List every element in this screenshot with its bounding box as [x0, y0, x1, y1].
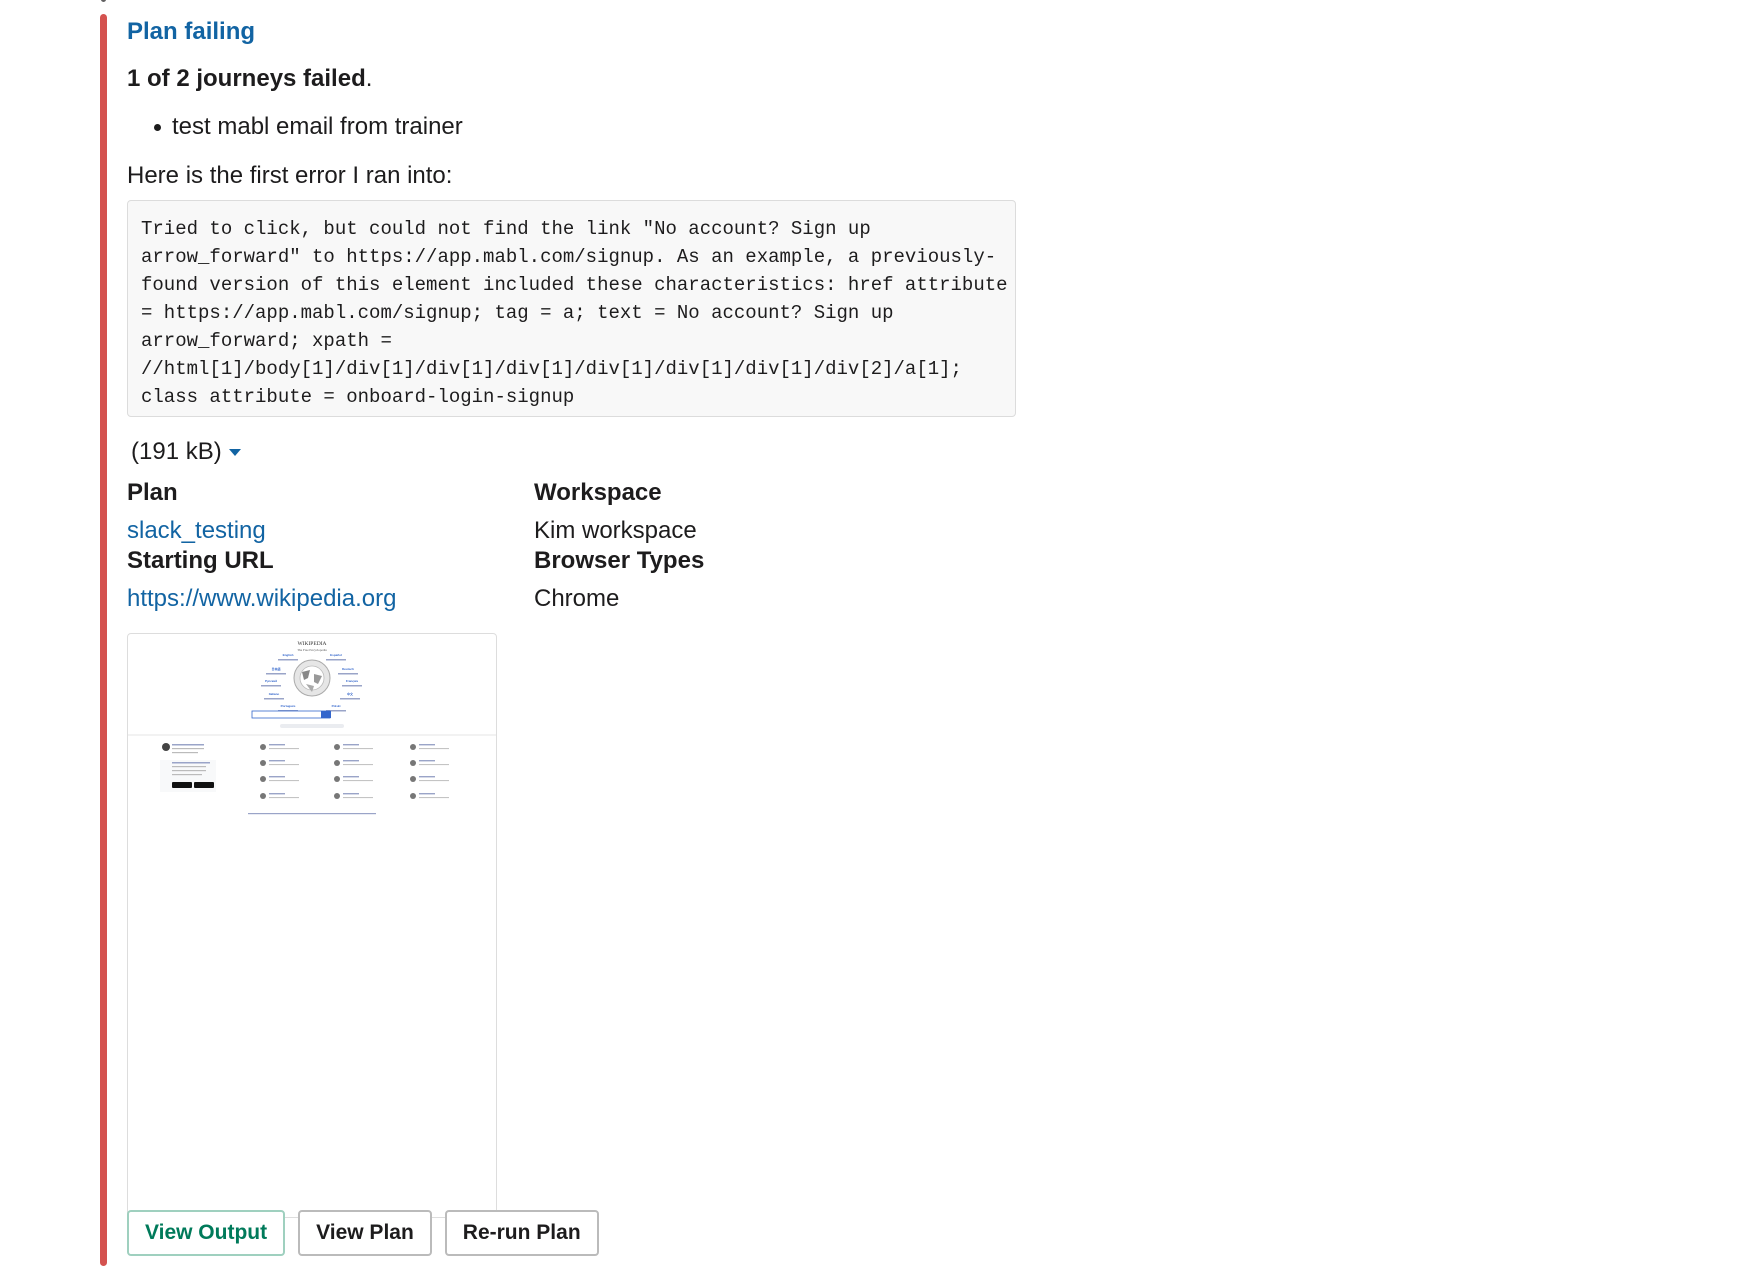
field-value: Chrome: [534, 585, 620, 612]
field-label: Plan: [127, 479, 178, 506]
failure-count: 1 of 2 journeys failed: [127, 65, 366, 92]
language-link: Français: [346, 679, 359, 683]
language-link: 中文: [347, 691, 354, 696]
field-label: Starting URL: [127, 547, 274, 574]
language-link: Русский: [265, 679, 277, 683]
attachment-size: (191 kB): [131, 438, 222, 465]
wikipedia-globe-icon: [293, 659, 331, 697]
error-line: class attribute = onboard-login-signup: [141, 386, 575, 408]
failed-journey-list: test mabl email from trainer: [127, 113, 463, 141]
wikipedia-wordmark: WIKIPEDIA: [297, 641, 326, 647]
error-line: arrow_forward" to https://app.mabl.com/s…: [141, 246, 997, 268]
error-line: = https://app.mabl.com/signup; tag = a; …: [141, 302, 894, 324]
wikipedia-screenshot: WIKIPEDIA The Free Encyclopedia English …: [128, 641, 496, 815]
status-color-bar: [100, 14, 107, 1266]
search-button: [321, 711, 331, 718]
rerun-plan-button[interactable]: Re-run Plan: [444, 1210, 599, 1256]
language-link: Italiano: [269, 692, 280, 696]
starting-url-link[interactable]: https://www.wikipedia.org: [127, 585, 396, 613]
error-line: found version of this element included t…: [141, 274, 1008, 296]
field-starting-url: Starting URL https://www.wikipedia.org: [127, 547, 396, 613]
error-intro: Here is the first error I ran into:: [127, 162, 453, 189]
action-buttons: View Output View Plan Re-run Plan: [127, 1210, 599, 1256]
field-plan: Plan slack_testing: [127, 479, 266, 545]
search-input: [251, 710, 331, 719]
wikimedia-projects-grid: [160, 743, 449, 815]
journey-name: test mabl email from trainer: [172, 113, 463, 140]
field-workspace: Workspace Kim workspace: [534, 479, 697, 545]
attachment-size-toggle[interactable]: (191 kB): [131, 438, 241, 466]
view-output-button[interactable]: View Output: [127, 1210, 286, 1256]
language-link: Polski: [332, 704, 341, 708]
field-label: Browser Types: [534, 547, 705, 574]
language-link: 日本語: [271, 666, 280, 671]
language-link: Deutsch: [342, 667, 354, 671]
error-line: arrow_forward; xpath =: [141, 330, 392, 352]
field-label: Workspace: [534, 479, 662, 506]
language-link: Português: [281, 704, 296, 708]
summary-period: .: [365, 65, 373, 92]
error-line: //html[1]/body[1]/div[1]/div[1]/div[1]/d…: [141, 358, 962, 380]
screenshot-thumbnail[interactable]: WIKIPEDIA The Free Encyclopedia English …: [127, 633, 497, 1218]
message-attachment: Plan failing 1 of 2 journeys failed. tes…: [100, 14, 1100, 1266]
error-line: Tried to click, but could not find the l…: [141, 218, 871, 240]
failure-summary: 1 of 2 journeys failed.: [127, 65, 372, 93]
field-browser-types: Browser Types Chrome: [534, 547, 704, 613]
field-value: Kim workspace: [534, 517, 697, 544]
language-link: Español: [330, 653, 342, 657]
caret-down-icon[interactable]: [228, 448, 241, 456]
list-item: test mabl email from trainer: [127, 113, 463, 141]
wikipedia-tagline: The Free Encyclopedia: [297, 648, 327, 652]
error-code-block: Tried to click, but could not find the l…: [127, 200, 1016, 417]
view-plan-button[interactable]: View Plan: [298, 1210, 432, 1256]
attachment-title[interactable]: Plan failing: [127, 18, 255, 46]
language-link: English: [283, 653, 294, 657]
thread-dot: [101, 0, 106, 2]
bullet-icon: [154, 124, 161, 131]
plan-link[interactable]: slack_testing: [127, 517, 266, 545]
